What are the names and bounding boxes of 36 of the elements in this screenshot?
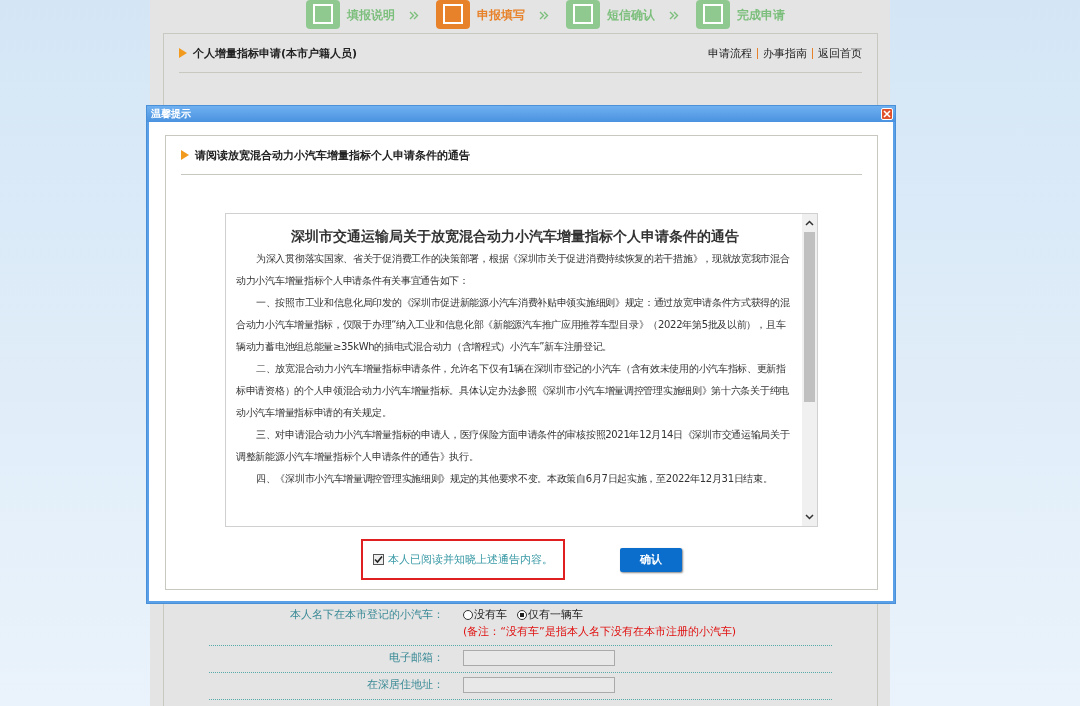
input-field[interactable]	[463, 677, 615, 693]
radio-option[interactable]: 没有车	[463, 607, 507, 622]
nav-link[interactable]: 办事指南	[763, 45, 807, 61]
close-button[interactable]	[881, 108, 893, 120]
section-heading: 请阅读放宽混合动力小汽车增量指标个人申请条件的通告	[195, 147, 470, 163]
notice-paragraph: 为深入贯彻落实国家、省关于促消费工作的决策部署，根据《深圳市关于促进消费持续恢复的若干措施》，现就放宽我市混合动力小汽车增量指标个人申请条件有关事宜通告如下：	[236, 252, 791, 288]
arrow-icon	[179, 48, 187, 58]
chevron-icon	[539, 10, 549, 20]
scrollbar[interactable]	[802, 214, 817, 526]
notice-paragraph: 三、对申请混合动力小汽车增量指标的申请人，医疗保险方面申请条件的审核按照2021年12月14日《深圳市交通运输局关于调整新能源小汽车增量指标个人申请条件的通告》执行。	[236, 428, 791, 464]
step-label: 填报说明	[347, 6, 395, 24]
field-label: 本人名下在本市登记的小汽车：	[289, 607, 444, 623]
notice-title: 深圳市交通运输局关于放宽混合动力小汽车增量指标个人申请条件的通告	[290, 228, 740, 246]
scroll-up-icon[interactable]	[805, 220, 814, 226]
agree-checkbox[interactable]: 本人已阅读并知晓上述通告内容。	[373, 552, 553, 567]
nav-link[interactable]: 返回首页	[818, 45, 862, 61]
radio-option[interactable]: 仅有一辆车	[517, 607, 583, 622]
notice-paragraph: 一、按照市工业和信息化局印发的《深圳市促进新能源小汽车消费补贴申领实施细则》规定：通过放宽申请条件方式获得的混合动力小汽车增量指标，仅限于办理“纳入工业和信息化部《新能源汽车推广应用推荐车型目录》（2022年第5批及以前），且车辆动力蓄电池组总能量≥35kWh的插电式混合动力（含增程式）小汽车”新车注册登记。	[236, 296, 791, 354]
nav-link[interactable]: 申请流程	[708, 45, 752, 61]
chevron-icon	[409, 10, 419, 20]
note-text: (备注：“没有车”是指本人名下没有在本市注册的小汽车)	[463, 624, 737, 639]
arrow-icon	[181, 150, 189, 160]
step-label: 申报填写	[477, 6, 525, 24]
step-label: 短信确认	[607, 6, 655, 24]
confirm-button[interactable]: 确认	[620, 547, 682, 572]
input-field[interactable]	[463, 650, 615, 666]
checkmark-icon	[374, 555, 383, 564]
chevron-icon	[669, 10, 679, 20]
dialog-title: 温馨提示	[151, 107, 191, 121]
field-label: 在深居住地址：	[366, 677, 444, 693]
panel-title: 个人增量指标申请(本市户籍人员)	[193, 45, 358, 61]
notice-paragraph: 四、《深圳市小汽车增量调控管理实施细则》规定的其他要求不变。本政策自6月7日起实施，至2022年12月31日结束。	[255, 472, 774, 486]
notice-paragraph: 二、放宽混合动力小汽车增量指标申请条件，允许名下仅有1辆在深圳市登记的小汽车（含有效未使用的小汽车指标、更新指标申请资格）的个人申领混合动力小汽车增量指标。具体认定办法参照《深圳市小汽车增量调控管理实施细则》第十六条关于纯电动小汽车增量指标申请的有关规定。	[236, 362, 790, 420]
step-label: 完成申请	[737, 6, 785, 24]
scroll-down-icon[interactable]	[805, 514, 814, 520]
field-label: 电子邮箱：	[388, 650, 444, 666]
